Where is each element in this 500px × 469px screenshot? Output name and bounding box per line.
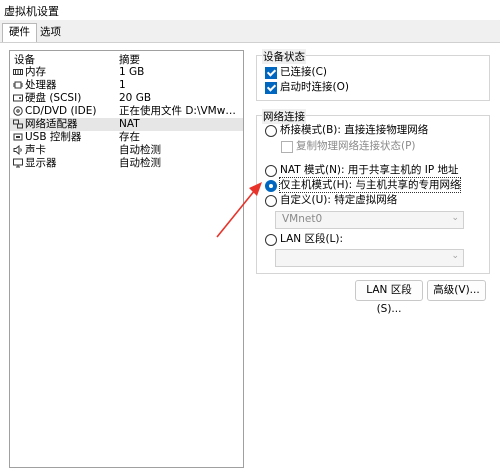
- replicate-state-label: 复制物理网络连接状态(P): [296, 140, 416, 152]
- checkbox-box[interactable]: [265, 67, 277, 79]
- device-summary: 存在: [119, 131, 140, 143]
- radio-dot[interactable]: [265, 180, 277, 192]
- device-row-processor[interactable]: 处理器 1: [10, 79, 243, 92]
- chevron-down-icon: ⌄: [451, 213, 459, 223]
- device-row-disk[interactable]: 硬盘 (SCSI) 20 GB: [10, 92, 243, 105]
- device-row-sound[interactable]: 声卡 自动检测: [10, 144, 243, 157]
- device-name: 显示器: [25, 157, 57, 169]
- bridged-label: 桥接模式(B): 直接连接物理网络: [280, 124, 429, 136]
- device-name: 硬盘 (SCSI): [25, 92, 82, 104]
- device-row-cd[interactable]: CD/DVD (IDE) 正在使用文件 D:\VMware\V...: [10, 105, 243, 118]
- device-summary: 1: [119, 79, 126, 91]
- cd-icon: [13, 106, 23, 116]
- radio-dot[interactable]: [265, 234, 277, 246]
- tab-hardware[interactable]: 硬件: [2, 23, 37, 43]
- cpu-icon: [13, 81, 23, 89]
- device-row-memory[interactable]: 内存 1 GB: [10, 66, 243, 79]
- device-name: USB 控制器: [25, 131, 82, 143]
- disk-icon: [13, 94, 23, 102]
- monitor-icon: [13, 158, 23, 168]
- advanced-button[interactable]: 高级(V)...: [427, 280, 486, 301]
- device-row-network-adapter[interactable]: 网络适配器 NAT: [10, 118, 243, 131]
- title-bar: 虚拟机设置: [0, 0, 500, 20]
- device-summary: NAT: [119, 118, 140, 130]
- checkbox-box[interactable]: [281, 141, 293, 153]
- window-title: 虚拟机设置: [4, 5, 59, 18]
- device-name: CD/DVD (IDE): [25, 105, 97, 117]
- device-name: 内存: [25, 66, 46, 78]
- checkbox-box[interactable]: [265, 82, 277, 94]
- device-summary: 自动检测: [119, 157, 161, 169]
- chevron-down-icon: ⌄: [451, 251, 459, 261]
- lan-segment-select[interactable]: ⌄: [275, 249, 464, 267]
- device-status-group: 设备状态 已连接(C) 启动时连接(O): [256, 49, 490, 101]
- connected-label: 已连接(C): [280, 66, 328, 78]
- custom-label: 自定义(U): 特定虚拟网络: [280, 194, 398, 206]
- radio-dot[interactable]: [265, 195, 277, 207]
- network-connection-title: 网络连接: [262, 109, 306, 124]
- device-list-header: 设备 摘要: [10, 51, 243, 67]
- device-summary: 1 GB: [119, 66, 145, 78]
- device-list[interactable]: 设备 摘要 内存 1 GB 处理器 1 硬盘 (SCSI) 20 GB CD/D…: [9, 50, 244, 468]
- column-summary[interactable]: 摘要: [119, 52, 140, 67]
- device-summary: 20 GB: [119, 92, 152, 104]
- device-summary: 自动检测: [119, 144, 161, 156]
- lan-segments-button[interactable]: LAN 区段(S)...: [355, 280, 423, 315]
- radio-dot[interactable]: [265, 165, 277, 177]
- tab-options[interactable]: 选项: [34, 24, 67, 41]
- usb-icon: [13, 133, 23, 141]
- device-row-display[interactable]: 显示器 自动检测: [10, 157, 243, 170]
- host-only-label: 仅主机模式(H): 与主机共享的专用网络: [278, 177, 462, 193]
- network-icon: [13, 119, 23, 129]
- nat-label: NAT 模式(N): 用于共享主机的 IP 地址: [280, 164, 459, 176]
- network-connection-group: 网络连接 桥接模式(B): 直接连接物理网络 复制物理网络连接状态(P) NAT…: [256, 109, 490, 274]
- connect-at-power-on-label: 启动时连接(O): [280, 81, 349, 93]
- tab-strip: 硬件 选项: [0, 23, 500, 43]
- device-row-usb[interactable]: USB 控制器 存在: [10, 131, 243, 144]
- device-status-title: 设备状态: [262, 49, 306, 64]
- radio-dot[interactable]: [265, 125, 277, 137]
- device-name: 网络适配器: [25, 118, 78, 130]
- device-name: 处理器: [25, 79, 57, 91]
- column-device[interactable]: 设备: [14, 52, 35, 67]
- device-name: 声卡: [25, 144, 46, 156]
- custom-network-value: VMnet0: [282, 213, 323, 225]
- memory-icon: [13, 69, 23, 75]
- custom-network-select[interactable]: VMnet0 ⌄: [275, 211, 464, 229]
- speaker-icon: [13, 145, 22, 155]
- lan-segment-label: LAN 区段(L):: [280, 233, 344, 245]
- device-summary: 正在使用文件 D:\VMware\V...: [119, 105, 241, 117]
